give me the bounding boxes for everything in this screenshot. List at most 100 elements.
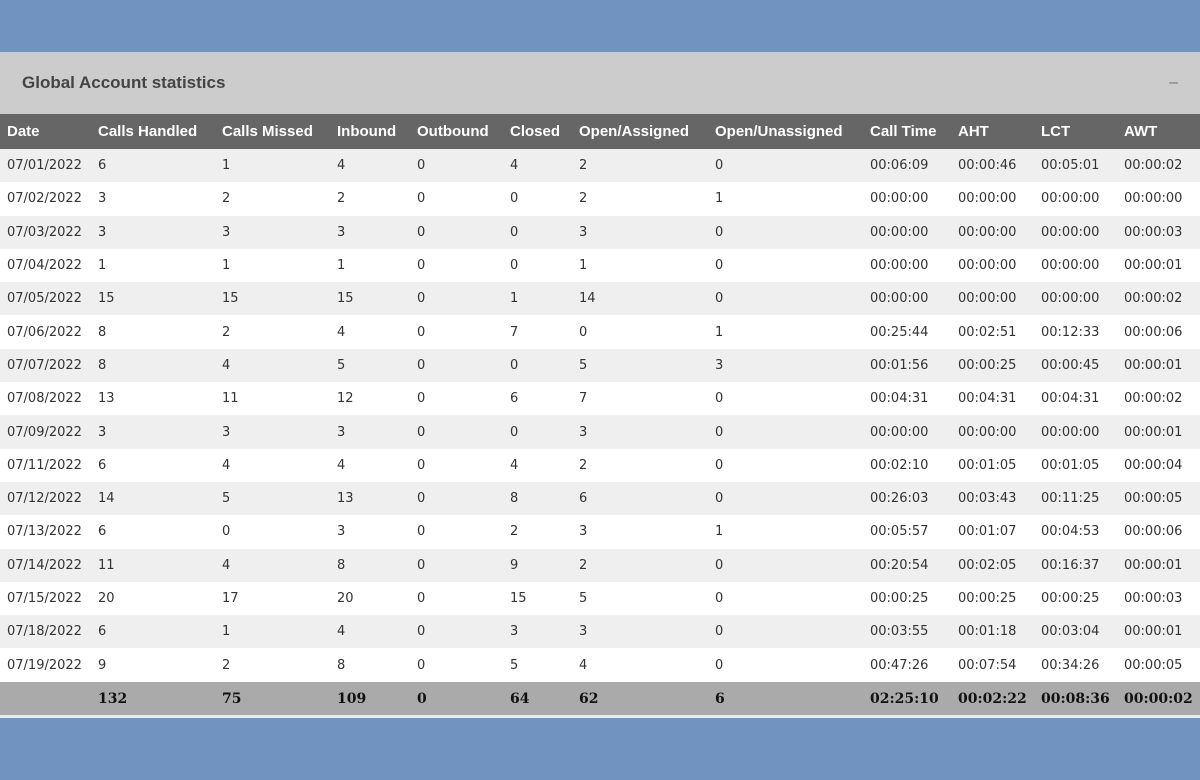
table-cell: 3 <box>579 624 588 640</box>
table-cell: 00:47:26 <box>870 657 929 673</box>
table-cell: 07/09/2022 <box>7 424 82 440</box>
total-cell: 6 <box>715 690 725 707</box>
table-cell: 00:00:06 <box>1124 324 1183 340</box>
column-header[interactable]: AWT <box>1117 114 1200 149</box>
table-cell: 8 <box>510 491 519 507</box>
table-cell: 00:34:26 <box>1041 657 1100 673</box>
table-cell: 00:05:57 <box>870 524 929 540</box>
table-cell: 3 <box>222 424 231 440</box>
table-row: 07/03/2022 3 3 3 0 0 3 0 00:00:00 00:00:00 00:00:0… <box>0 215 1200 249</box>
table-cell: 13 <box>98 391 115 407</box>
table-cell: 00:00:00 <box>1041 191 1100 207</box>
table-cell: 3 <box>510 624 519 640</box>
table-cell: 00:02:05 <box>958 557 1017 573</box>
column-header[interactable]: Calls Missed <box>215 114 330 149</box>
table-cell: 07/14/2022 <box>7 557 82 573</box>
table-cell: 00:04:31 <box>958 391 1017 407</box>
statistics-table: Date Calls Handled Calls Missed Inbound Outb… <box>0 114 1200 716</box>
table-cell: 00:00:00 <box>1041 258 1100 274</box>
table-cell: 6 <box>98 457 107 473</box>
table-cell: 00:00:46 <box>958 158 1017 174</box>
table-cell: 07/12/2022 <box>7 491 82 507</box>
table-cell: 2 <box>510 524 519 540</box>
table-cell: 8 <box>337 657 346 673</box>
table-cell: 0 <box>417 224 426 240</box>
table-cell: 5 <box>510 657 519 673</box>
table-cell: 0 <box>417 324 426 340</box>
table-cell: 00:03:43 <box>958 491 1017 507</box>
table-cell: 1 <box>715 324 724 340</box>
column-header[interactable]: Open/Unassigned <box>708 114 863 149</box>
table-cell: 00:00:00 <box>1041 424 1100 440</box>
table-cell: 20 <box>98 591 115 606</box>
table-cell: 00:00:00 <box>958 291 1017 307</box>
table-cell: 17 <box>222 591 239 606</box>
column-header[interactable]: Call Time <box>863 114 951 149</box>
table-cell: 3 <box>222 224 231 240</box>
table-cell: 00:00:00 <box>870 258 929 274</box>
table-cell: 2 <box>222 191 231 207</box>
table-cell: 0 <box>715 557 724 573</box>
table-cell: 00:04:31 <box>1041 391 1100 407</box>
table-cell: 3 <box>579 224 588 240</box>
table-cell: 15 <box>98 291 115 307</box>
table-cell: 9 <box>98 657 107 673</box>
table-cell: 00:05:01 <box>1041 158 1100 174</box>
table-cell: 4 <box>222 557 231 573</box>
table-cell: 2 <box>579 457 588 473</box>
table-cell: 7 <box>579 391 588 407</box>
table-cell: 07/07/2022 <box>7 357 82 373</box>
table-row: 07/05/2022 15 15 15 0 1 14 0 00:00:00 00:00:00 00:… <box>0 282 1200 316</box>
table-cell: 3 <box>337 424 346 440</box>
panel-header: Global Account statistics – <box>0 52 1200 114</box>
table-cell: 1 <box>579 258 588 274</box>
table-cell: 0 <box>715 424 724 440</box>
table-cell: 4 <box>510 457 519 473</box>
table-cell: 0 <box>417 424 426 440</box>
table-row: 07/01/2022 6 1 4 0 4 2 0 00:06:09 00:00:46 00:05:0… <box>0 149 1200 183</box>
table-cell: 0 <box>417 357 426 373</box>
table-cell: 00:02:10 <box>870 457 929 473</box>
column-header[interactable]: AHT <box>951 114 1034 149</box>
table-cell: 4 <box>222 457 231 473</box>
totals-row: 132 75 109 0 64 62 6 02:25:10 00:02:22 00:08:36 00… <box>0 681 1200 716</box>
table-cell: 0 <box>417 291 426 307</box>
table-cell: 00:00:00 <box>1041 224 1100 240</box>
table-cell: 3 <box>579 524 588 540</box>
table-cell: 0 <box>510 224 519 240</box>
table-cell: 3 <box>579 424 588 440</box>
table-cell: 00:16:37 <box>1041 557 1100 573</box>
column-header[interactable]: Calls Handled <box>91 114 215 149</box>
table-cell: 5 <box>579 591 588 606</box>
total-cell: 00:02:22 <box>958 690 1027 707</box>
table-cell: 12 <box>337 391 354 407</box>
table-row: 07/02/2022 3 2 2 0 0 2 1 00:00:00 00:00:00 00:00:0… <box>0 182 1200 216</box>
table-cell: 14 <box>98 491 115 507</box>
table-cell: 14 <box>579 291 596 307</box>
table-cell: 6 <box>98 624 107 640</box>
panel-bottom-strip <box>0 715 1200 718</box>
column-header[interactable]: Inbound <box>330 114 410 149</box>
column-header[interactable]: Outbound <box>410 114 503 149</box>
table-cell: 8 <box>98 324 107 340</box>
table-cell: 00:00:00 <box>958 424 1017 440</box>
table-cell: 07/19/2022 <box>7 657 82 673</box>
table-cell: 00:07:54 <box>958 657 1017 673</box>
table-row: 07/14/2022 11 4 8 0 9 2 0 00:20:54 00:02:05 00:16:… <box>0 548 1200 582</box>
column-header[interactable]: LCT <box>1034 114 1117 149</box>
table-cell: 07/13/2022 <box>7 524 82 540</box>
table-cell: 8 <box>98 357 107 373</box>
table-cell: 0 <box>417 158 426 174</box>
column-header[interactable]: Open/Assigned <box>572 114 708 149</box>
column-header[interactable]: Date <box>0 114 91 149</box>
table-cell: 0 <box>417 591 426 606</box>
table-cell: 0 <box>417 191 426 207</box>
total-cell: 75 <box>222 690 242 707</box>
total-cell: 00:08:36 <box>1041 690 1110 707</box>
column-header[interactable]: Closed <box>503 114 572 149</box>
table-cell: 1 <box>715 191 724 207</box>
table-cell: 00:00:00 <box>958 224 1017 240</box>
collapse-icon[interactable]: – <box>1169 75 1178 91</box>
table-cell: 13 <box>337 491 354 507</box>
table-cell: 20 <box>337 591 354 606</box>
